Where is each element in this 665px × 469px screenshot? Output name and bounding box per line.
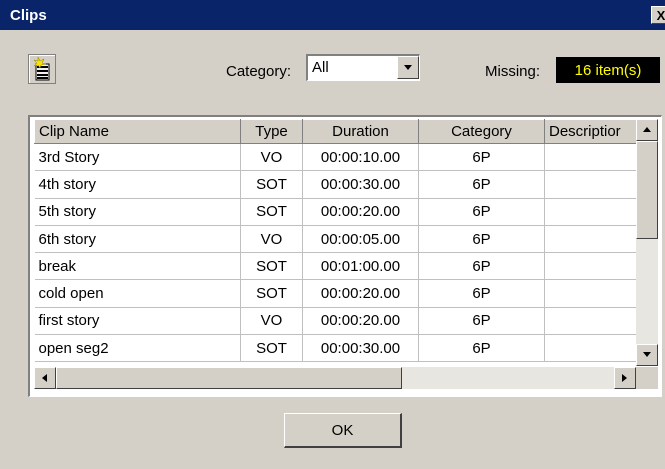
title-bar: Clips X [0,0,665,30]
table-row[interactable]: break SOT 00:01:00.00 6P [34,252,643,281]
cell-type: VO [240,307,303,336]
cell-type: SOT [240,279,303,308]
ok-button[interactable]: OK [284,413,402,448]
scroll-right-button[interactable] [614,367,636,389]
clips-table: Clip Name Type Duration Category Descrip… [34,119,643,363]
column-header-type[interactable]: Type [240,119,303,144]
cell-type: VO [240,143,303,172]
category-dropdown-button[interactable] [397,56,419,79]
cell-type: SOT [240,334,303,363]
table-row[interactable]: open seg2 SOT 00:00:30.00 6P [34,334,643,363]
table-row[interactable]: first story VO 00:00:20.00 6P [34,307,643,336]
cell-description [544,170,643,199]
cell-category: 6P [418,198,545,226]
vertical-scrollbar[interactable] [636,119,658,366]
cell-duration: 00:00:10.00 [302,143,419,172]
horizontal-scrollbar[interactable] [34,367,636,389]
arrow-down-icon [643,352,651,357]
cell-clip-name: 3rd Story [34,143,241,172]
cell-clip-name: first story [34,307,241,336]
close-icon: X [656,7,665,23]
cell-clip-name: 4th story [34,170,241,199]
column-header-category[interactable]: Category [418,119,545,144]
cell-clip-name: 5th story [34,198,241,226]
chevron-down-icon [404,64,412,70]
cell-duration: 00:00:20.00 [302,198,419,226]
cell-duration: 00:00:05.00 [302,225,419,254]
cell-duration: 00:00:30.00 [302,170,419,199]
cell-description [544,279,643,308]
vertical-scroll-thumb[interactable] [636,141,658,239]
cell-clip-name: 6th story [34,225,241,254]
scroll-up-button[interactable] [636,119,658,141]
new-clip-icon [33,56,50,81]
scroll-left-button[interactable] [34,367,56,389]
category-select-value: All [312,59,329,76]
column-header-duration[interactable]: Duration [302,119,419,144]
cell-type: SOT [240,252,303,281]
cell-description [544,334,643,363]
cell-duration: 00:00:20.00 [302,307,419,336]
table-row[interactable]: 3rd Story VO 00:00:10.00 6P [34,143,643,172]
arrow-up-icon [643,127,651,132]
arrow-right-icon [622,374,627,382]
scrollbar-corner [636,367,658,389]
cell-duration: 00:01:00.00 [302,252,419,281]
cell-type: VO [240,225,303,254]
missing-count-badge: 16 item(s) [556,57,660,83]
category-select[interactable]: All [306,54,420,81]
cell-description [544,225,643,254]
table-row[interactable]: cold open SOT 00:00:20.00 6P [34,279,643,308]
cell-category: 6P [418,279,545,308]
cell-clip-name: cold open [34,279,241,308]
cell-clip-name: break [34,252,241,281]
table-row[interactable]: 5th story SOT 00:00:20.00 6P [34,198,643,226]
cell-category: 6P [418,170,545,199]
cell-clip-name: open seg2 [34,334,241,363]
cell-description [544,307,643,336]
cell-description [544,252,643,281]
window-title: Clips [10,6,47,24]
category-label: Category: [226,63,292,80]
new-clip-button[interactable] [28,54,56,84]
column-header-clip-name[interactable]: Clip Name [34,119,241,144]
cell-category: 6P [418,252,545,281]
arrow-left-icon [42,374,47,382]
ok-button-label: OK [331,421,354,439]
clips-list[interactable]: Clip Name Type Duration Category Descrip… [28,115,662,397]
cell-duration: 00:00:20.00 [302,279,419,308]
cell-description [544,198,643,226]
scroll-down-button[interactable] [636,344,658,366]
cell-type: SOT [240,198,303,226]
cell-description [544,143,643,172]
cell-category: 6P [418,307,545,336]
cell-category: 6P [418,334,545,363]
missing-count: 16 item(s) [574,61,642,79]
cell-duration: 00:00:30.00 [302,334,419,363]
table-row[interactable]: 4th story SOT 00:00:30.00 6P [34,170,643,199]
missing-label: Missing: [485,63,541,80]
cell-category: 6P [418,143,545,172]
column-header-description[interactable]: Descriptior [544,119,643,144]
close-button[interactable]: X [651,6,665,24]
table-row[interactable]: 6th story VO 00:00:05.00 6P [34,225,643,254]
horizontal-scroll-thumb[interactable] [56,367,402,389]
cell-category: 6P [418,225,545,254]
cell-type: SOT [240,170,303,199]
